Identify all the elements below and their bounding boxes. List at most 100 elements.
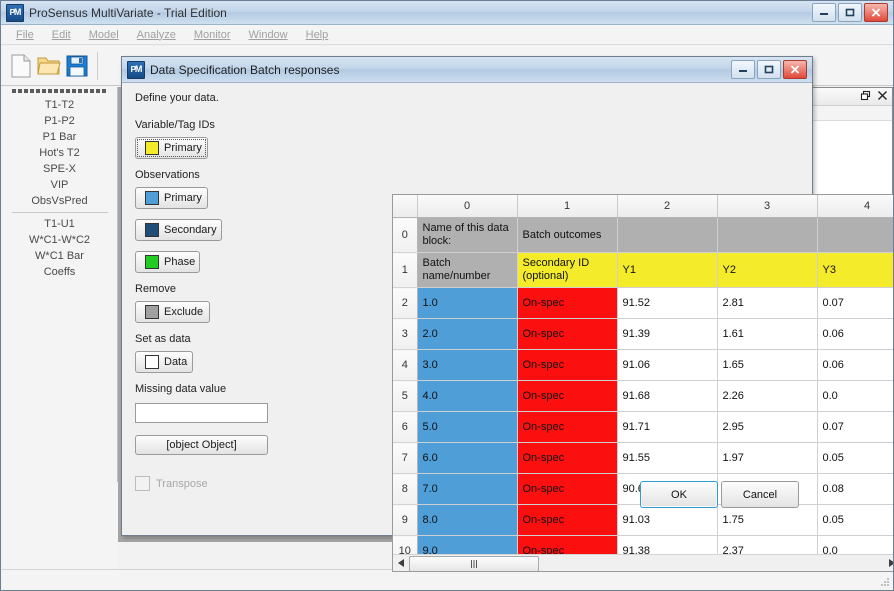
grid-cell-r1-c2[interactable]: Y1 bbox=[617, 252, 718, 288]
grid-row-header[interactable]: 4 bbox=[393, 349, 418, 381]
grid-row-header[interactable]: 10 bbox=[393, 535, 418, 554]
grid-column-header-3[interactable]: 3 bbox=[717, 195, 818, 218]
grid-row-header[interactable]: 2 bbox=[393, 287, 418, 319]
grid-cell-r1-c1[interactable]: Secondary ID (optional) bbox=[517, 252, 618, 288]
menu-help[interactable]: Help bbox=[297, 27, 338, 43]
new-document-icon[interactable] bbox=[7, 52, 35, 80]
grid-column-header-0[interactable]: 0 bbox=[417, 195, 518, 218]
grid-cell-r10-c4[interactable]: 0.0 bbox=[817, 535, 893, 554]
grid-cell-r2-c2[interactable]: 91.52 bbox=[617, 287, 718, 319]
set-missing-button[interactable]: [object Object] bbox=[135, 435, 268, 455]
grid-cell-r7-c3[interactable]: 1.97 bbox=[717, 442, 818, 474]
grid-cell-r10-c1[interactable]: On-spec bbox=[517, 535, 618, 554]
horizontal-scroll-thumb[interactable] bbox=[409, 556, 539, 571]
grid-cell-r8-c0[interactable]: 7.0 bbox=[417, 473, 518, 505]
grid-cell-r1-c3[interactable]: Y2 bbox=[717, 252, 818, 288]
grid-cell-r2-c3[interactable]: 2.81 bbox=[717, 287, 818, 319]
grid-cell-r5-c4[interactable]: 0.0 bbox=[817, 380, 893, 412]
data-button[interactable]: Data bbox=[135, 351, 193, 373]
grid-cell-r5-c1[interactable]: On-spec bbox=[517, 380, 618, 412]
close-icon[interactable] bbox=[877, 90, 888, 104]
observation-phase-button[interactable]: Phase bbox=[135, 251, 200, 273]
grid-column-header-2[interactable]: 2 bbox=[617, 195, 718, 218]
grid-cell-r0-c4[interactable] bbox=[817, 217, 893, 253]
grid-cell-r3-c4[interactable]: 0.06 bbox=[817, 318, 893, 350]
open-folder-icon[interactable] bbox=[35, 52, 63, 80]
variable-primary-button[interactable]: Primary bbox=[135, 137, 208, 159]
grid-cell-r6-c3[interactable]: 2.95 bbox=[717, 411, 818, 443]
scroll-right-button[interactable] bbox=[884, 555, 893, 571]
data-grid[interactable]: 0 1 2 3 4 0 Name of this data block: Batch outc… bbox=[392, 194, 893, 572]
sidebar-item-t1-u1[interactable]: T1-U1 bbox=[2, 216, 117, 232]
dialog-close-button[interactable] bbox=[783, 60, 807, 79]
grid-cell-r5-c3[interactable]: 2.26 bbox=[717, 380, 818, 412]
sidebar-item-obsvspred[interactable]: ObsVsPred bbox=[2, 193, 117, 209]
grid-cell-r6-c1[interactable]: On-spec bbox=[517, 411, 618, 443]
grid-cell-r5-c2[interactable]: 91.68 bbox=[617, 380, 718, 412]
grid-cell-r9-c1[interactable]: On-spec bbox=[517, 504, 618, 536]
grid-cell-r5-c0[interactable]: 4.0 bbox=[417, 380, 518, 412]
grid-cell-r0-c1[interactable]: Batch outcomes bbox=[517, 217, 618, 253]
dialog-minimize-button[interactable] bbox=[731, 60, 755, 79]
grid-cell-r3-c0[interactable]: 2.0 bbox=[417, 318, 518, 350]
grid-cell-r1-c4[interactable]: Y3 bbox=[817, 252, 893, 288]
grid-cell-r7-c1[interactable]: On-spec bbox=[517, 442, 618, 474]
grid-cell-r10-c0[interactable]: 9.0 bbox=[417, 535, 518, 554]
transpose-checkbox[interactable] bbox=[135, 476, 150, 491]
grid-cell-r9-c0[interactable]: 8.0 bbox=[417, 504, 518, 536]
cancel-button[interactable]: Cancel bbox=[721, 481, 799, 508]
resize-grip-icon[interactable] bbox=[878, 575, 890, 587]
grid-row-header[interactable]: 3 bbox=[393, 318, 418, 350]
grid-cell-r8-c4[interactable]: 0.08 bbox=[817, 473, 893, 505]
sidebar-item-coeffs[interactable]: Coeffs bbox=[2, 264, 117, 280]
grid-cell-r4-c2[interactable]: 91.06 bbox=[617, 349, 718, 381]
menu-file[interactable]: File bbox=[7, 27, 43, 43]
sidebar-item-t1-t2[interactable]: T1-T2 bbox=[2, 97, 117, 113]
menu-analyze[interactable]: Analyze bbox=[128, 27, 185, 43]
grid-cell-r7-c0[interactable]: 6.0 bbox=[417, 442, 518, 474]
menu-window[interactable]: Window bbox=[240, 27, 297, 43]
grid-cell-r7-c4[interactable]: 0.05 bbox=[817, 442, 893, 474]
grid-column-header-1[interactable]: 1 bbox=[517, 195, 618, 218]
restore-icon[interactable] bbox=[860, 90, 871, 104]
grid-cell-r10-c2[interactable]: 91.38 bbox=[617, 535, 718, 554]
observation-primary-button[interactable]: Primary bbox=[135, 187, 208, 209]
sidebar-item-wc1-bar[interactable]: W*C1 Bar bbox=[2, 248, 117, 264]
grid-cell-r2-c1[interactable]: On-spec bbox=[517, 287, 618, 319]
exclude-button[interactable]: Exclude bbox=[135, 301, 210, 323]
grid-cell-r0-c2[interactable] bbox=[617, 217, 718, 253]
grid-cell-r4-c3[interactable]: 1.65 bbox=[717, 349, 818, 381]
grid-cell-r3-c3[interactable]: 1.61 bbox=[717, 318, 818, 350]
sidebar-item-vip[interactable]: VIP bbox=[2, 177, 117, 193]
grid-cell-r3-c1[interactable]: On-spec bbox=[517, 318, 618, 350]
grid-cell-r9-c3[interactable]: 1.75 bbox=[717, 504, 818, 536]
grid-cell-r1-c0[interactable]: Batch name/number bbox=[417, 252, 518, 288]
menu-edit[interactable]: Edit bbox=[43, 27, 80, 43]
grid-cell-r4-c0[interactable]: 3.0 bbox=[417, 349, 518, 381]
sidebar-item-spe-x[interactable]: SPE-X bbox=[2, 161, 117, 177]
grid-row-header[interactable]: 7 bbox=[393, 442, 418, 474]
scroll-left-button[interactable] bbox=[393, 555, 408, 571]
grid-row-header[interactable]: 5 bbox=[393, 380, 418, 412]
grid-cell-r8-c1[interactable]: On-spec bbox=[517, 473, 618, 505]
grid-cell-r4-c1[interactable]: On-spec bbox=[517, 349, 618, 381]
save-disk-icon[interactable] bbox=[63, 52, 91, 80]
grid-cell-r2-c0[interactable]: 1.0 bbox=[417, 287, 518, 319]
sidebar-item-p1-bar[interactable]: P1 Bar bbox=[2, 129, 117, 145]
grid-row-header[interactable]: 6 bbox=[393, 411, 418, 443]
transpose-checkbox-row[interactable]: Transpose bbox=[135, 476, 208, 491]
grid-cell-r6-c4[interactable]: 0.07 bbox=[817, 411, 893, 443]
sidebar-item-hots-t2[interactable]: Hot's T2 bbox=[2, 145, 117, 161]
minimize-button[interactable] bbox=[812, 3, 836, 22]
sidebar-item-p1-p2[interactable]: P1-P2 bbox=[2, 113, 117, 129]
grid-cell-r9-c2[interactable]: 91.03 bbox=[617, 504, 718, 536]
grid-horizontal-scrollbar[interactable] bbox=[393, 554, 893, 571]
close-button[interactable] bbox=[864, 3, 888, 22]
maximize-button[interactable] bbox=[838, 3, 862, 22]
dialog-maximize-button[interactable] bbox=[757, 60, 781, 79]
grid-cell-r9-c4[interactable]: 0.05 bbox=[817, 504, 893, 536]
grid-row-header[interactable]: 9 bbox=[393, 504, 418, 536]
grid-cell-r2-c4[interactable]: 0.07 bbox=[817, 287, 893, 319]
grid-cell-r10-c3[interactable]: 2.37 bbox=[717, 535, 818, 554]
panel-grip-icon[interactable] bbox=[11, 89, 108, 97]
